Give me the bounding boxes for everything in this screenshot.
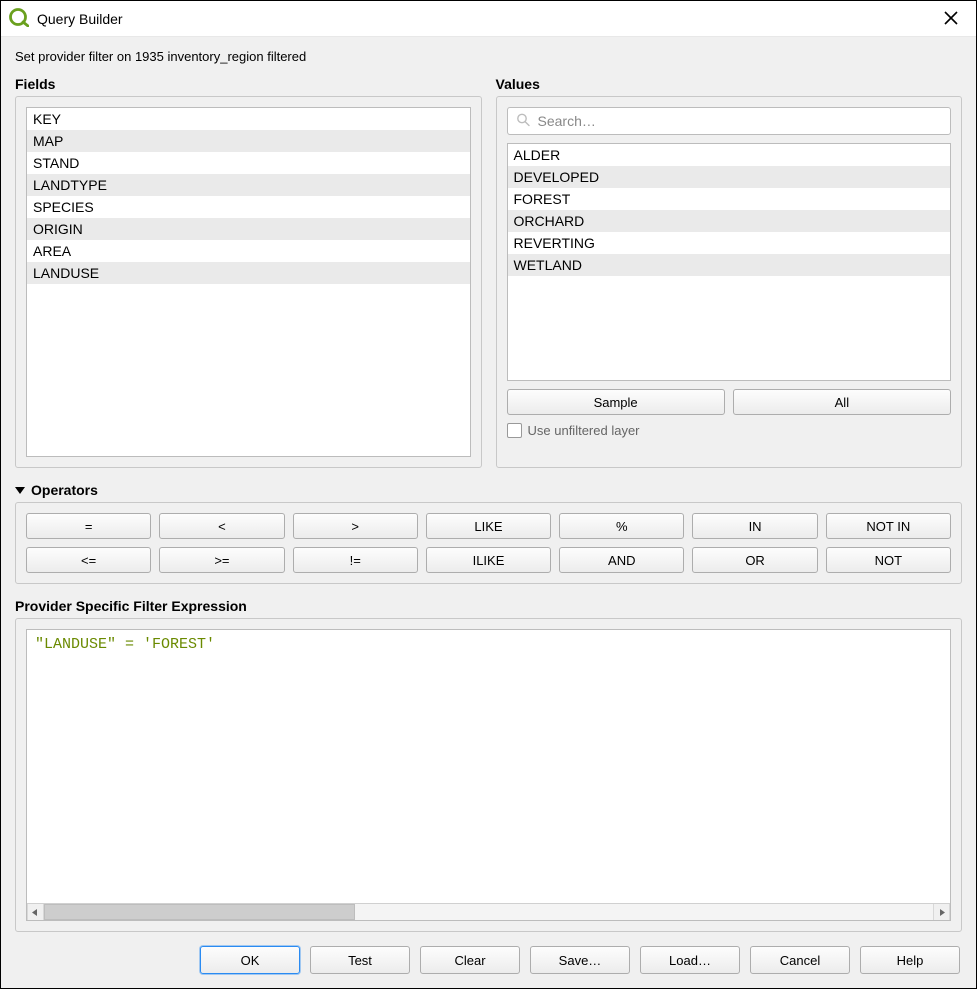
operator-button[interactable]: >= [159,547,284,573]
dialog-body: Set provider filter on 1935 inventory_re… [1,37,976,988]
fields-panel: Fields KEYMAPSTANDLANDTYPESPECIESORIGINA… [15,76,482,468]
value-item[interactable]: DEVELOPED [508,166,951,188]
values-label: Values [496,76,963,92]
field-item[interactable]: SPECIES [27,196,470,218]
fields-group: KEYMAPSTANDLANDTYPESPECIESORIGINAREALAND… [15,96,482,468]
operator-button[interactable]: % [559,513,684,539]
test-button[interactable]: Test [310,946,410,974]
values-search-input[interactable] [508,108,951,134]
operator-button[interactable]: != [293,547,418,573]
values-search-wrap [507,107,952,135]
save-button[interactable]: Save… [530,946,630,974]
values-panel: Values ALDERDEVELOPEDFORESTORCHARDREVERT… [496,76,963,468]
unfiltered-label: Use unfiltered layer [528,423,640,438]
field-item[interactable]: MAP [27,130,470,152]
expression-group [15,618,962,932]
caret-down-icon [15,482,25,498]
field-item[interactable]: ORIGIN [27,218,470,240]
close-icon [944,11,958,25]
field-item[interactable]: AREA [27,240,470,262]
load-button[interactable]: Load… [640,946,740,974]
horizontal-scrollbar[interactable] [27,903,950,920]
button-bar: OK Test Clear Save… Load… Cancel Help [15,940,962,974]
all-button[interactable]: All [733,389,951,415]
fields-values-row: Fields KEYMAPSTANDLANDTYPESPECIESORIGINA… [15,76,962,468]
sample-button[interactable]: Sample [507,389,725,415]
filter-info-text: Set provider filter on 1935 inventory_re… [15,49,962,64]
fields-label: Fields [15,76,482,92]
value-item[interactable]: ORCHARD [508,210,951,232]
query-builder-window: Query Builder Set provider filter on 193… [0,0,977,989]
cancel-button[interactable]: Cancel [750,946,850,974]
field-item[interactable]: LANDTYPE [27,174,470,196]
close-button[interactable] [936,6,966,32]
value-item[interactable]: WETLAND [508,254,951,276]
expression-section: Provider Specific Filter Expression [15,592,962,932]
operator-button[interactable]: OR [692,547,817,573]
expression-label: Provider Specific Filter Expression [15,598,962,614]
field-item[interactable]: LANDUSE [27,262,470,284]
operator-button[interactable]: AND [559,547,684,573]
field-item[interactable]: STAND [27,152,470,174]
operator-button[interactable]: <= [26,547,151,573]
operator-button[interactable]: NOT IN [826,513,951,539]
help-button[interactable]: Help [860,946,960,974]
scroll-thumb[interactable] [44,904,355,920]
operator-button[interactable]: ILIKE [426,547,551,573]
operators-group: = < > LIKE% IN NOT IN <= >= != ILIKE AND OR NOT [15,502,962,584]
window-title: Query Builder [37,11,936,27]
scroll-right-button[interactable] [933,904,950,920]
operators-toggle[interactable]: Operators [15,482,962,498]
operator-button[interactable]: IN [692,513,817,539]
clear-button[interactable]: Clear [420,946,520,974]
unfiltered-checkbox[interactable] [507,423,522,438]
scroll-track[interactable] [44,904,933,920]
search-icon [516,113,530,130]
values-buttons-row: Sample All [507,389,952,415]
operators-section: Operators = < > LIKE% IN NOT IN <= >= != ILIKE AND… [15,476,962,584]
titlebar: Query Builder [1,1,976,37]
operator-button[interactable]: LIKE [426,513,551,539]
operator-button[interactable]: NOT [826,547,951,573]
value-item[interactable]: FOREST [508,188,951,210]
values-group: ALDERDEVELOPEDFORESTORCHARDREVERTINGWETL… [496,96,963,468]
operators-label: Operators [31,482,98,498]
operator-button[interactable]: < [159,513,284,539]
expression-scroll [26,629,951,921]
expression-input[interactable] [27,630,950,903]
value-item[interactable]: REVERTING [508,232,951,254]
field-item[interactable]: KEY [27,108,470,130]
fields-list[interactable]: KEYMAPSTANDLANDTYPESPECIESORIGINAREALAND… [26,107,471,457]
operator-button[interactable]: = [26,513,151,539]
operator-button[interactable]: > [293,513,418,539]
scroll-left-button[interactable] [27,904,44,920]
ok-button[interactable]: OK [200,946,300,974]
values-list[interactable]: ALDERDEVELOPEDFORESTORCHARDREVERTINGWETL… [507,143,952,381]
value-item[interactable]: ALDER [508,144,951,166]
operators-grid: = < > LIKE% IN NOT IN <= >= != ILIKE AND OR NOT [26,513,951,573]
unfiltered-row[interactable]: Use unfiltered layer [507,423,952,438]
app-icon [9,7,29,30]
